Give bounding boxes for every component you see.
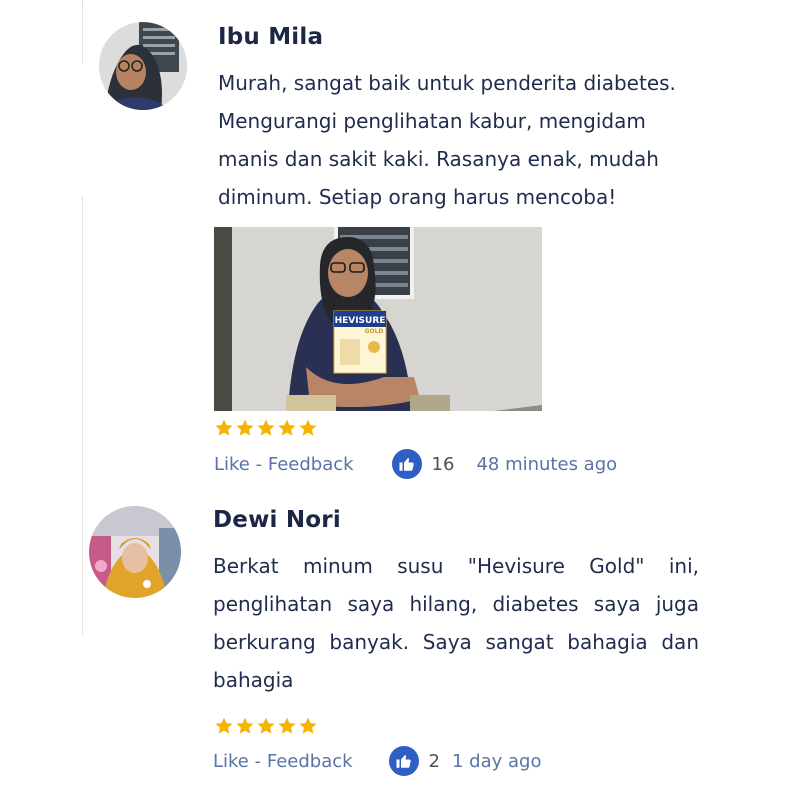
- review-photo: HEVISURE GOLD: [214, 227, 542, 411]
- star-icon: [299, 717, 317, 734]
- review-line: Mengurangi penglihatan kabur, mengidam: [218, 109, 646, 133]
- star-icon: [299, 419, 317, 436]
- star-icon: [236, 419, 254, 436]
- product-box-label: HEVISURE: [335, 316, 386, 326]
- timestamp: 48 minutes ago: [476, 453, 618, 475]
- review-line: manis dan sakit kaki. Rasanya enak, muda…: [218, 147, 659, 171]
- avatar-ibu-mila: [99, 22, 187, 110]
- review-line: penglihatan saya hilang, diabetes saya j…: [213, 592, 699, 616]
- avatar-dewi-nori: [89, 506, 181, 598]
- review-line: Berkat minum susu "Hevisure Gold" ini,: [213, 554, 699, 578]
- star-icon: [215, 419, 233, 436]
- like-count: 16: [431, 453, 455, 475]
- star-icon: [257, 717, 275, 734]
- review-meta: Like - Feedback 2 1 day ago: [213, 745, 541, 777]
- star-rating: [214, 716, 318, 736]
- star-icon: [236, 717, 254, 734]
- star-icon: [278, 419, 296, 436]
- product-box-sub: GOLD: [365, 328, 384, 335]
- review-line: diminum. Setiap orang harus mencoba!: [218, 185, 617, 209]
- star-icon: [215, 717, 233, 734]
- star-icon: [257, 419, 275, 436]
- like-count: 2: [428, 750, 440, 772]
- timestamp: 1 day ago: [452, 750, 542, 772]
- review-line: bahagia: [213, 668, 294, 692]
- review-text: Murah, sangat baik untuk penderita diabe…: [218, 64, 738, 216]
- review-line: berkurang banyak. Saya sangat bahagia da…: [213, 630, 699, 654]
- thumbs-up-icon[interactable]: [391, 449, 422, 479]
- star-icon: [278, 717, 296, 734]
- thread-line: [82, 0, 83, 64]
- review-line: Murah, sangat baik untuk penderita diabe…: [218, 71, 676, 95]
- like-feedback-link[interactable]: Like - Feedback: [213, 751, 353, 772]
- reviewer-name: Ibu Mila: [218, 24, 324, 50]
- reviewer-name: Dewi Nori: [213, 507, 341, 533]
- thread-line: [82, 196, 83, 636]
- thumbs-up-icon[interactable]: [388, 746, 419, 776]
- like-feedback-link[interactable]: Like - Feedback: [214, 454, 354, 475]
- star-rating: [214, 418, 318, 438]
- review-meta: Like - Feedback 16 48 minutes ago: [214, 448, 617, 480]
- review-text: Berkat minum susu "Hevisure Gold" ini, p…: [213, 547, 699, 699]
